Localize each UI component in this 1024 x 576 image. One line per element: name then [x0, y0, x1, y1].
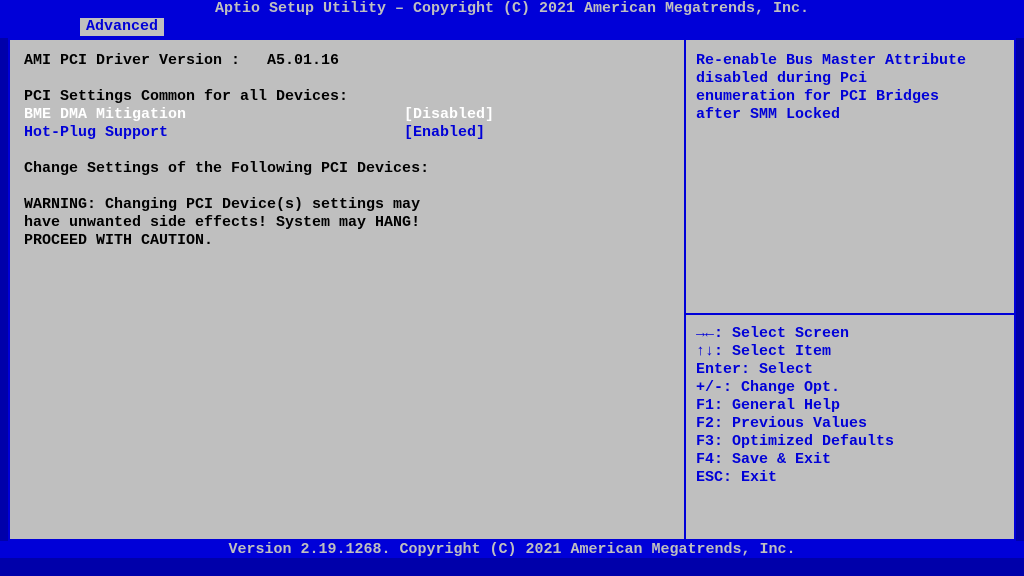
change-heading: Change Settings of the Following PCI Dev…	[24, 160, 670, 178]
driver-version-row: AMI PCI Driver Version : A5.01.16	[24, 52, 670, 70]
common-heading: PCI Settings Common for all Devices:	[24, 88, 670, 106]
hotplug-value: [Enabled]	[404, 124, 485, 142]
warning-line-1: WARNING: Changing PCI Device(s) settings…	[24, 196, 670, 214]
key-optimized-defaults: F3: Optimized Defaults	[696, 433, 1004, 451]
driver-version-label: AMI PCI Driver Version : A5.01.16	[24, 52, 404, 70]
help-text-2: disabled during Pci	[696, 70, 1004, 88]
warning-line-2: have unwanted side effects! System may H…	[24, 214, 670, 232]
tab-bar: Advanced	[0, 18, 1024, 38]
footer-bar: Version 2.19.1268. Copyright (C) 2021 Am…	[0, 541, 1024, 558]
bme-label: BME DMA Mitigation	[24, 106, 404, 124]
bme-dma-mitigation-row[interactable]: BME DMA Mitigation [Disabled]	[24, 106, 670, 124]
help-separator	[686, 313, 1014, 315]
warning-line-3: PROCEED WITH CAUTION.	[24, 232, 670, 250]
key-select-screen: →←: Select Screen	[696, 325, 1004, 343]
key-select-item: ↑↓: Select Item	[696, 343, 1004, 361]
tab-advanced[interactable]: Advanced	[80, 18, 164, 36]
hotplug-label: Hot-Plug Support	[24, 124, 404, 142]
main-frame: AMI PCI Driver Version : A5.01.16 PCI Se…	[8, 38, 1016, 541]
help-text-3: enumeration for PCI Bridges	[696, 88, 1004, 106]
key-change-opt: +/-: Change Opt.	[696, 379, 1004, 397]
hot-plug-support-row[interactable]: Hot-Plug Support [Enabled]	[24, 124, 670, 142]
key-enter: Enter: Select	[696, 361, 1004, 379]
help-text-1: Re-enable Bus Master Attribute	[696, 52, 1004, 70]
title-bar: Aptio Setup Utility – Copyright (C) 2021…	[0, 0, 1024, 18]
help-text-4: after SMM Locked	[696, 106, 1004, 124]
key-previous-values: F2: Previous Values	[696, 415, 1004, 433]
key-esc-exit: ESC: Exit	[696, 469, 1004, 487]
key-save-exit: F4: Save & Exit	[696, 451, 1004, 469]
help-panel: Re-enable Bus Master Attribute disabled …	[684, 40, 1014, 539]
bme-value: [Disabled]	[404, 106, 494, 124]
key-general-help: F1: General Help	[696, 397, 1004, 415]
settings-panel: AMI PCI Driver Version : A5.01.16 PCI Se…	[10, 40, 684, 539]
